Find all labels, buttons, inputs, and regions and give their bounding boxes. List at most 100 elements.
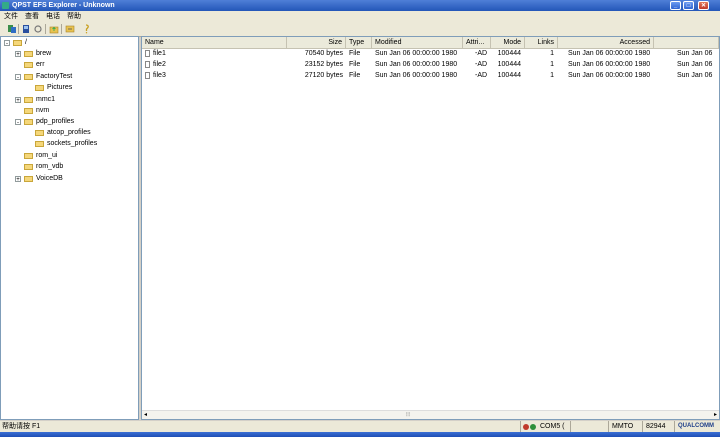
collapse-icon[interactable]: - bbox=[15, 74, 21, 81]
collapse-icon[interactable]: - bbox=[4, 40, 10, 47]
tree-label: sockets_profiles bbox=[47, 140, 98, 147]
cell-accessed: Sun Jan 06 00:00:00 1980 bbox=[568, 61, 651, 68]
cell-name: file2 bbox=[153, 61, 166, 68]
cell-attributes: -AD bbox=[475, 61, 488, 68]
cell-modified: Sun Jan 06 00:00:00 1980 bbox=[375, 72, 458, 79]
folder-icon bbox=[24, 176, 33, 182]
status-esn: 82944 bbox=[642, 421, 674, 432]
scroll-grip-icon[interactable]: ⦙⦙⦙ bbox=[406, 411, 410, 419]
status-port: COM5 ( bbox=[540, 423, 565, 430]
title-bar: QPST EFS Explorer - Unknown _ □ ✕ bbox=[0, 0, 720, 11]
toolbar-separator bbox=[61, 24, 62, 34]
expand-icon[interactable]: + bbox=[15, 176, 21, 183]
cell-links: 1 bbox=[550, 72, 554, 79]
folder-icon bbox=[24, 119, 33, 125]
folder-icon bbox=[24, 62, 33, 68]
menu-file[interactable]: 文件 bbox=[4, 11, 18, 22]
cell-name: file3 bbox=[153, 72, 166, 79]
tree-label: err bbox=[36, 61, 45, 68]
folder-icon bbox=[24, 74, 33, 80]
copy-icon[interactable] bbox=[7, 24, 17, 34]
file-icon bbox=[145, 61, 150, 68]
menu-bar: 文件 查看 电话 帮助 bbox=[0, 11, 720, 22]
folder-icon bbox=[24, 97, 33, 103]
cell-modified: Sun Jan 06 00:00:00 1980 bbox=[375, 61, 458, 68]
folder-icon bbox=[24, 108, 33, 114]
cell-type: File bbox=[349, 50, 361, 57]
tree-label: rom_vdb bbox=[36, 163, 64, 170]
tree-label: brew bbox=[36, 50, 52, 57]
tree-label: pdp_profiles bbox=[36, 118, 75, 125]
column-header-name[interactable]: Name bbox=[142, 37, 287, 49]
folder-icon bbox=[24, 164, 33, 170]
column-header-mode[interactable]: Mode bbox=[491, 37, 525, 49]
status-port-panel: COM5 ( bbox=[520, 421, 570, 432]
file-icon bbox=[145, 50, 150, 57]
cell-mode: 100444 bbox=[497, 61, 521, 68]
expand-icon[interactable]: + bbox=[15, 97, 21, 104]
refresh-icon[interactable] bbox=[33, 24, 43, 34]
status-help-text: 帮助请按 F1 bbox=[2, 423, 41, 430]
file-list: Name Size Type Modified Attri... Mode Li… bbox=[141, 36, 720, 420]
folder-icon bbox=[13, 40, 22, 46]
cell-extra: Sun Jan 06 bbox=[677, 61, 713, 68]
scroll-right-arrow-icon[interactable]: ▸ bbox=[714, 411, 717, 419]
app-icon bbox=[2, 2, 9, 9]
folder-icon bbox=[35, 85, 44, 91]
cell-size: 23152 bytes bbox=[304, 61, 343, 68]
scroll-left-arrow-icon[interactable]: ◂ bbox=[144, 411, 147, 419]
green-led-icon bbox=[530, 424, 536, 430]
menu-phone[interactable]: 电话 bbox=[46, 11, 60, 22]
phone-icon[interactable] bbox=[21, 24, 31, 34]
tree-label: Pictures bbox=[47, 84, 73, 91]
cell-mode: 100444 bbox=[497, 72, 521, 79]
tree-label: VoiceDB bbox=[36, 175, 63, 182]
toolbar-separator bbox=[18, 24, 19, 34]
status-mode: MMTO bbox=[608, 421, 642, 432]
cell-accessed: Sun Jan 06 00:00:00 1980 bbox=[568, 72, 651, 79]
menu-help[interactable]: 帮助 bbox=[67, 11, 81, 22]
column-header-attributes[interactable]: Attri... bbox=[463, 37, 491, 49]
cell-type: File bbox=[349, 61, 361, 68]
tree-label: / bbox=[25, 39, 27, 46]
column-header-links[interactable]: Links bbox=[525, 37, 558, 49]
horizontal-scrollbar[interactable]: ◂ ⦙⦙⦙ ▸ bbox=[142, 410, 719, 419]
cell-mode: 100444 bbox=[497, 50, 521, 57]
window-title: QPST EFS Explorer - Unknown bbox=[12, 2, 115, 9]
folder-icon bbox=[24, 153, 33, 159]
column-header-modified[interactable]: Modified bbox=[372, 37, 463, 49]
maximize-button[interactable]: □ bbox=[683, 1, 694, 10]
tree-label: rom_ui bbox=[36, 152, 58, 159]
column-header-type[interactable]: Type bbox=[346, 37, 372, 49]
menu-view[interactable]: 查看 bbox=[25, 11, 39, 22]
taskbar bbox=[0, 432, 720, 437]
folder-tree: - / + brew err - FactoryTest Pictures + … bbox=[0, 36, 139, 420]
tree-label: mmc1 bbox=[36, 96, 56, 103]
cell-modified: Sun Jan 06 00:00:00 1980 bbox=[375, 50, 458, 57]
cell-size: 70540 bytes bbox=[304, 50, 343, 57]
close-button[interactable]: ✕ bbox=[698, 1, 709, 10]
properties-icon[interactable] bbox=[65, 24, 75, 34]
folder-icon bbox=[35, 130, 44, 136]
cell-size: 27120 bytes bbox=[304, 72, 343, 79]
help-icon[interactable] bbox=[81, 24, 91, 34]
expand-icon[interactable]: + bbox=[15, 51, 21, 58]
column-header-accessed[interactable]: Accessed bbox=[558, 37, 654, 49]
cell-accessed: Sun Jan 06 00:00:00 1980 bbox=[568, 50, 651, 57]
cell-type: File bbox=[349, 72, 361, 79]
red-led-icon bbox=[523, 424, 529, 430]
up-folder-icon[interactable] bbox=[49, 24, 59, 34]
collapse-icon[interactable]: - bbox=[15, 119, 21, 126]
status-empty-panel bbox=[570, 421, 608, 432]
status-bar: 帮助请按 F1 COM5 ( MMTO 82944 QUALCOMM bbox=[0, 421, 720, 432]
folder-icon bbox=[35, 141, 44, 147]
cell-attributes: -AD bbox=[475, 50, 488, 57]
minimize-button[interactable]: _ bbox=[670, 1, 681, 10]
column-header-size[interactable]: Size bbox=[287, 37, 346, 49]
cell-attributes: -AD bbox=[475, 72, 488, 79]
cell-links: 1 bbox=[550, 50, 554, 57]
column-header-extra[interactable] bbox=[654, 37, 719, 49]
tree-label: FactoryTest bbox=[36, 73, 73, 80]
tree-label: atcop_profiles bbox=[47, 129, 91, 136]
toolbar bbox=[0, 22, 720, 37]
